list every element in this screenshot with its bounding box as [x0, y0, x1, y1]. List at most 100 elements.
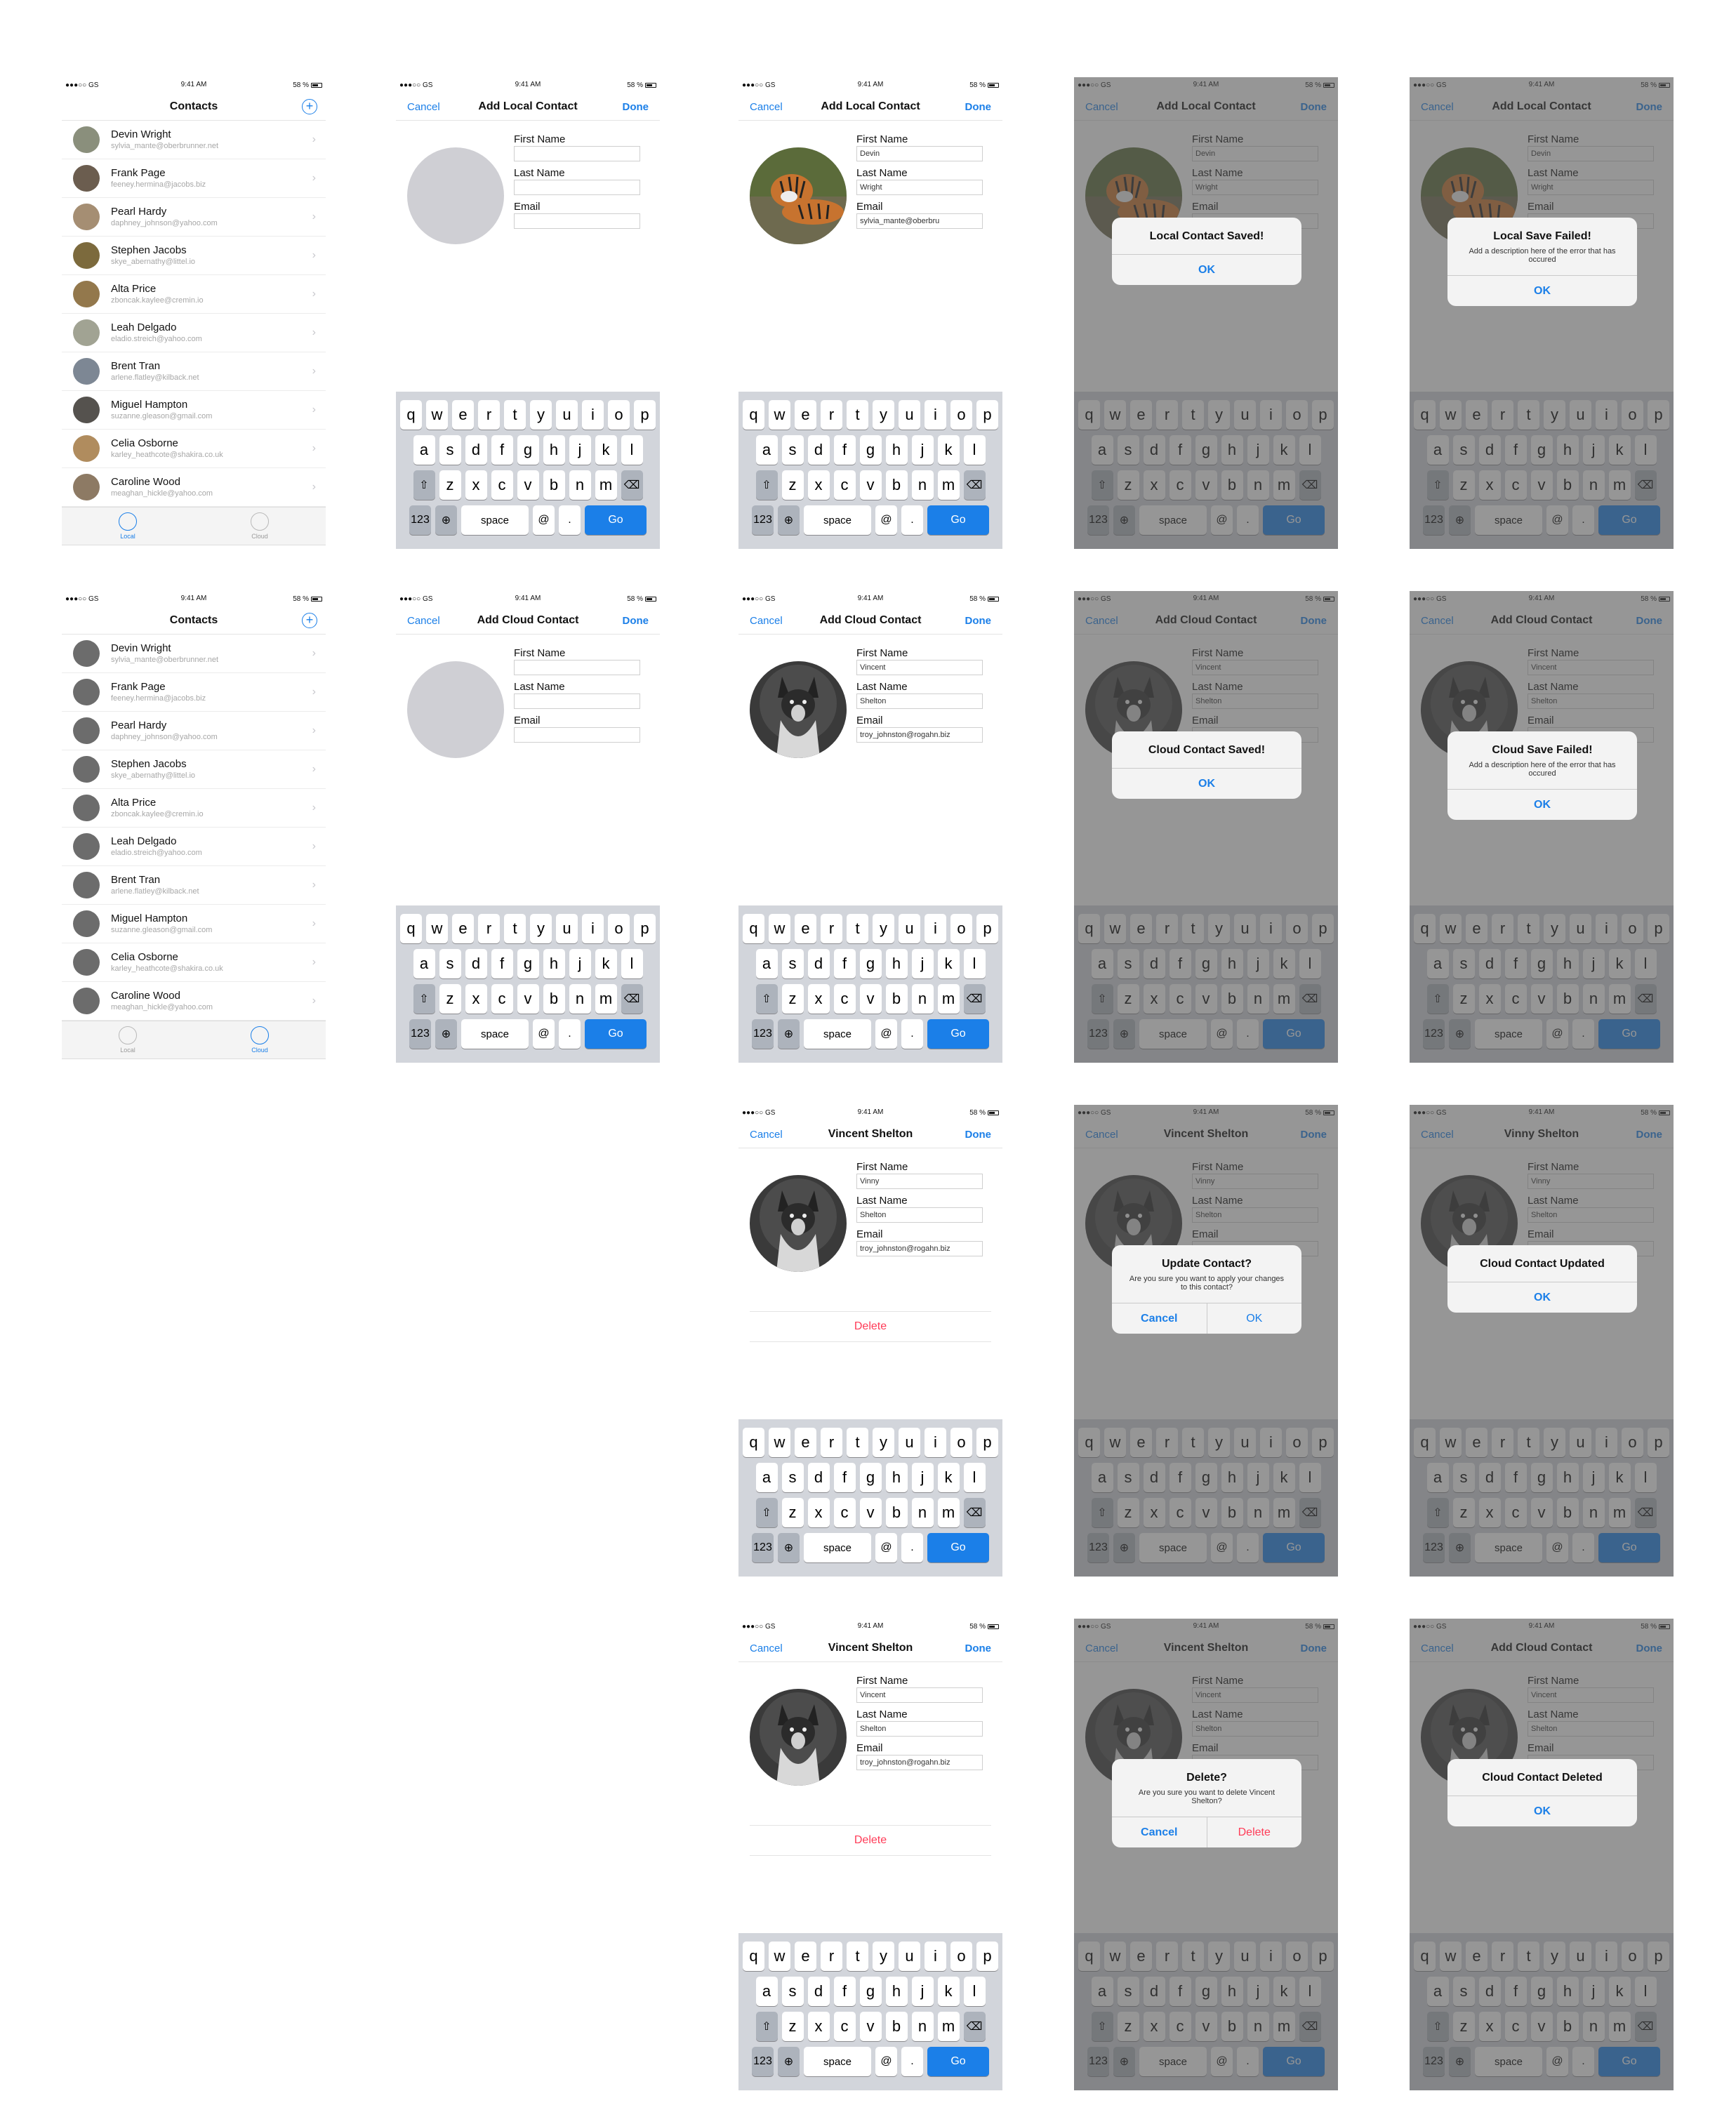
space-key[interactable]: space [804, 505, 871, 535]
key[interactable]: n [911, 984, 934, 1014]
backspace-key-icon[interactable]: ⌫ [963, 470, 986, 500]
numbers-key[interactable]: 123 [752, 505, 774, 535]
key[interactable]: b [885, 1498, 908, 1527]
contact-photo[interactable] [407, 661, 504, 758]
key[interactable]: v [859, 470, 882, 500]
done-button[interactable]: Done [623, 615, 649, 627]
key[interactable]: l [963, 949, 986, 978]
shift-key-icon[interactable]: ⇧ [755, 1498, 778, 1527]
key[interactable]: b [885, 2012, 908, 2041]
alert-ok-button[interactable]: OK [1447, 790, 1637, 820]
email-field[interactable]: sylvia_mante@oberbru [856, 213, 983, 229]
key[interactable]: g [859, 1463, 882, 1492]
key[interactable]: z [439, 470, 461, 500]
key[interactable]: h [543, 949, 565, 978]
done-button[interactable]: Done [965, 1642, 992, 1654]
key[interactable]: o [950, 1942, 972, 1971]
alert-ok-button[interactable]: OK [1447, 1796, 1637, 1826]
globe-key-icon[interactable]: ⊕ [778, 505, 800, 535]
key[interactable]: a [413, 435, 435, 465]
list-item[interactable]: Brent Tran arlene.flatley@kilback.net › [62, 866, 326, 905]
key[interactable]: l [963, 1463, 986, 1492]
key[interactable]: j [911, 1463, 934, 1492]
key[interactable]: l [621, 435, 643, 465]
go-key[interactable]: Go [927, 505, 989, 535]
cancel-button[interactable]: Cancel [750, 101, 783, 113]
key[interactable]: j [911, 949, 934, 978]
list-item[interactable]: Brent Tran arlene.flatley@kilback.net › [62, 352, 326, 391]
key[interactable]: e [795, 914, 816, 943]
key[interactable]: u [899, 1428, 920, 1457]
list-item[interactable]: Devin Wright sylvia_mante@oberbrunner.net… [62, 121, 326, 159]
key[interactable]: n [911, 2012, 934, 2041]
key[interactable]: j [569, 949, 591, 978]
cancel-button[interactable]: Cancel [750, 615, 783, 627]
alert-cancel-button[interactable]: Cancel [1112, 1817, 1207, 1847]
key[interactable]: t [847, 1942, 868, 1971]
cancel-button[interactable]: Cancel [750, 1642, 783, 1654]
shift-key-icon[interactable]: ⇧ [755, 470, 778, 500]
key[interactable]: z [781, 984, 804, 1014]
done-button[interactable]: Done [965, 615, 992, 627]
globe-key-icon[interactable]: ⊕ [778, 1019, 800, 1049]
first-name-field[interactable]: Vinny [856, 1174, 983, 1189]
key[interactable]: c [491, 984, 513, 1014]
key[interactable]: l [963, 435, 986, 465]
key[interactable]: t [504, 400, 526, 430]
key[interactable]: d [465, 949, 487, 978]
go-key[interactable]: Go [585, 1019, 647, 1049]
alert-ok-button[interactable]: OK [1112, 255, 1301, 285]
key[interactable]: f [833, 1977, 856, 2006]
key[interactable]: q [400, 400, 422, 430]
first-name-field[interactable]: Vincent [856, 660, 983, 675]
list-item[interactable]: Celia Osborne karley_heathcote@shakira.co… [62, 430, 326, 468]
last-name-field[interactable]: Wright [856, 180, 983, 195]
period-key[interactable]: . [901, 1533, 923, 1562]
key[interactable]: w [769, 1942, 790, 1971]
key[interactable]: r [478, 914, 500, 943]
key[interactable]: y [530, 400, 552, 430]
space-key[interactable]: space [804, 1533, 871, 1562]
key[interactable]: p [976, 1942, 998, 1971]
key[interactable]: k [937, 435, 960, 465]
last-name-field[interactable] [514, 180, 640, 195]
key[interactable]: q [743, 914, 764, 943]
key[interactable]: a [755, 435, 778, 465]
key[interactable]: g [859, 1977, 882, 2006]
last-name-field[interactable]: Shelton [856, 1721, 983, 1737]
key[interactable]: x [807, 984, 830, 1014]
at-key[interactable]: @ [875, 505, 897, 535]
at-key[interactable]: @ [875, 1019, 897, 1049]
space-key[interactable]: space [804, 2047, 871, 2076]
key[interactable]: a [755, 1463, 778, 1492]
key[interactable]: t [504, 914, 526, 943]
go-key[interactable]: Go [585, 505, 647, 535]
list-item[interactable]: Miguel Hampton suzanne.gleason@gmail.com › [62, 905, 326, 943]
key[interactable]: e [452, 914, 474, 943]
key[interactable]: p [634, 400, 656, 430]
key[interactable]: e [795, 1942, 816, 1971]
last-name-field[interactable]: Shelton [856, 694, 983, 709]
go-key[interactable]: Go [927, 1019, 989, 1049]
at-key[interactable]: @ [533, 1019, 555, 1049]
key[interactable]: s [781, 1463, 804, 1492]
key[interactable]: a [755, 949, 778, 978]
first-name-field[interactable] [514, 660, 640, 675]
key[interactable]: v [859, 984, 882, 1014]
numbers-key[interactable]: 123 [409, 1019, 431, 1049]
key[interactable]: w [769, 914, 790, 943]
add-contact-button[interactable]: + [302, 99, 317, 114]
key[interactable]: o [950, 400, 972, 430]
key[interactable]: d [807, 1977, 830, 2006]
key[interactable]: z [781, 1498, 804, 1527]
done-button[interactable]: Done [623, 101, 649, 113]
key[interactable]: g [517, 949, 539, 978]
key[interactable]: x [465, 984, 487, 1014]
key[interactable]: i [925, 400, 946, 430]
at-key[interactable]: @ [875, 2047, 897, 2076]
key[interactable]: v [859, 2012, 882, 2041]
globe-key-icon[interactable]: ⊕ [435, 505, 457, 535]
key[interactable]: f [491, 435, 513, 465]
list-item[interactable]: Alta Price zboncak.kaylee@cremin.io › [62, 789, 326, 828]
email-field[interactable] [514, 727, 640, 743]
